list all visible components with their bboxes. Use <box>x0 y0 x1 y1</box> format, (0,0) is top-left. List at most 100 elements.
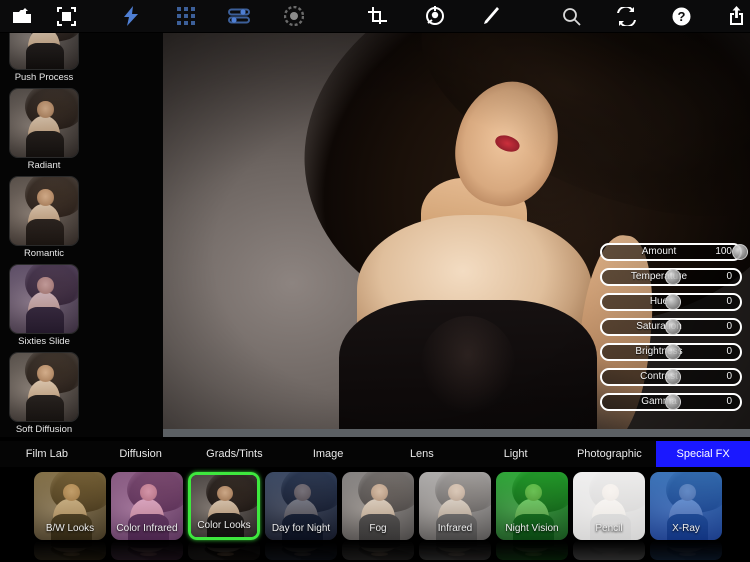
filter-thumbnail[interactable]: Day for Night <box>265 472 337 540</box>
import-photo-icon[interactable] <box>8 2 35 30</box>
slider-value: 0 <box>726 396 732 407</box>
preset-label: Radiant <box>27 160 61 171</box>
preset-preview-art <box>650 540 722 560</box>
preset-item-sixties-slide[interactable]: Sixties Slide <box>6 264 82 348</box>
preset-thumbnail[interactable] <box>9 352 79 422</box>
preset-preview-art <box>419 540 491 560</box>
tab-photographic[interactable]: Photographic <box>563 441 657 467</box>
preset-item-radiant[interactable]: Radiant <box>6 88 82 172</box>
slider-knob[interactable] <box>665 394 681 410</box>
grid-filters-icon[interactable] <box>172 2 199 30</box>
slider-knob[interactable] <box>665 369 681 385</box>
presets-lightning-icon[interactable] <box>117 2 144 30</box>
slider-label: Contrast <box>640 371 678 382</box>
main-image-canvas[interactable]: Amount 100 Temperature 0 Hue 0 Saturation 0 Brig… <box>163 33 750 437</box>
slider-knob[interactable] <box>665 294 681 310</box>
slider-knob[interactable] <box>665 344 681 360</box>
preset-grid: Push Process Radiant Romantic Sixties Slide… <box>0 33 163 437</box>
preset-preview-art <box>419 472 491 540</box>
preset-preview-art <box>191 475 257 537</box>
filter-thumbnail[interactable]: B/W Looks <box>34 472 106 540</box>
preset-preview-art <box>496 472 568 540</box>
tab-image[interactable]: Image <box>281 441 375 467</box>
preset-thumbnail[interactable] <box>9 176 79 246</box>
preset-label: Romantic <box>23 248 65 259</box>
preset-item-soft-diffusion[interactable]: Soft Diffusion <box>6 352 82 436</box>
preset-preview-art <box>265 540 337 560</box>
filter-category-strip[interactable]: B/W Looks Color Infrared Color Looks Day fo… <box>0 467 750 562</box>
filter-item-color-looks[interactable]: Color Looks <box>186 467 262 560</box>
filter-thumbnail[interactable]: Fog <box>342 472 414 540</box>
preset-label: Push Process <box>14 72 74 83</box>
slider-knob[interactable] <box>732 244 748 260</box>
slider-label: Saturation <box>636 321 682 332</box>
filter-reflection <box>111 540 183 560</box>
filter-reflection <box>188 540 260 560</box>
vignette-icon[interactable] <box>280 2 307 30</box>
filter-item-night-vision[interactable]: Night Vision <box>494 467 570 560</box>
filter-thumbnail[interactable]: Infrared <box>419 472 491 540</box>
preset-preview-art <box>573 540 645 560</box>
svg-text:?: ? <box>678 9 686 24</box>
preset-thumbnail[interactable] <box>9 33 79 70</box>
tab-grads-tints[interactable]: Grads/Tints <box>188 441 282 467</box>
focus-target-icon[interactable] <box>421 2 448 30</box>
slider-brightness[interactable]: Brightness 0 <box>600 343 742 361</box>
filter-item-pencil[interactable]: Pencil <box>571 467 647 560</box>
preset-item-push-process[interactable]: Push Process <box>6 33 82 84</box>
slider-label: Amount <box>641 246 677 257</box>
tab-special-fx[interactable]: Special FX <box>656 441 750 467</box>
slider-amount[interactable]: Amount 100 <box>600 243 748 261</box>
preset-item-romantic[interactable]: Romantic <box>6 176 82 260</box>
filter-item-day-for-night[interactable]: Day for Night <box>263 467 339 560</box>
adjust-sliders-icon[interactable] <box>225 2 252 30</box>
preset-preview-art <box>34 472 106 540</box>
filter-thumbnail[interactable]: Color Infrared <box>111 472 183 540</box>
top-toolbar: ? <box>0 0 750 33</box>
filter-item-fog[interactable]: Fog <box>340 467 416 560</box>
slider-value: 0 <box>726 346 732 357</box>
filter-thumbnail[interactable]: Pencil <box>573 472 645 540</box>
photo-editor-app: ? Push Process Radiant Romantic Sixties Sli… <box>0 0 750 562</box>
fit-to-screen-icon[interactable] <box>53 2 80 30</box>
slider-hue[interactable]: Hue 0 <box>600 293 742 311</box>
brush-icon[interactable] <box>476 2 503 30</box>
slider-knob[interactable] <box>665 319 681 335</box>
filter-thumbnail[interactable]: Night Vision <box>496 472 568 540</box>
preset-thumbnail[interactable] <box>9 88 79 158</box>
filter-item-infrared[interactable]: Infrared <box>417 467 493 560</box>
preset-preview-art <box>10 33 78 69</box>
preset-preview-art <box>650 472 722 540</box>
canvas-divider-bar[interactable] <box>163 429 750 437</box>
slider-gamma[interactable]: Gamma 0 <box>600 393 742 411</box>
tab-diffusion[interactable]: Diffusion <box>94 441 188 467</box>
preset-preview-art <box>496 540 568 560</box>
filter-reflection <box>419 540 491 560</box>
tab-light[interactable]: Light <box>469 441 563 467</box>
help-icon[interactable]: ? <box>668 2 695 30</box>
preset-sidebar[interactable]: Push Process Radiant Romantic Sixties Slide… <box>0 33 163 437</box>
crop-icon[interactable] <box>364 2 391 30</box>
category-tab-bar: Film Lab Diffusion Grads/Tints Image Lens Lig… <box>0 441 750 467</box>
filter-item-color-infrared[interactable]: Color Infrared <box>109 467 185 560</box>
slider-temperature[interactable]: Temperature 0 <box>600 268 742 286</box>
slider-contrast[interactable]: Contrast 0 <box>600 368 742 386</box>
filter-thumbnail[interactable]: X-Ray <box>650 472 722 540</box>
filter-item-x-ray[interactable]: X-Ray <box>648 467 724 560</box>
share-export-icon[interactable] <box>723 2 750 30</box>
filter-reflection <box>573 540 645 560</box>
filter-item-b-w-looks[interactable]: B/W Looks <box>32 467 108 560</box>
filter-reflection <box>34 540 106 560</box>
filter-reflection <box>342 540 414 560</box>
preset-preview-art <box>265 472 337 540</box>
slider-knob[interactable] <box>665 269 681 285</box>
slider-label: Temperature <box>630 271 688 282</box>
tab-film-lab[interactable]: Film Lab <box>0 441 94 467</box>
tab-lens[interactable]: Lens <box>375 441 469 467</box>
filter-thumbnail[interactable]: Color Looks <box>188 472 260 540</box>
compare-refresh-icon[interactable] <box>613 2 640 30</box>
search-icon[interactable] <box>558 2 585 30</box>
preset-thumbnail[interactable] <box>9 264 79 334</box>
slider-saturation[interactable]: Saturation 0 <box>600 318 742 336</box>
filter-reflection <box>265 540 337 560</box>
